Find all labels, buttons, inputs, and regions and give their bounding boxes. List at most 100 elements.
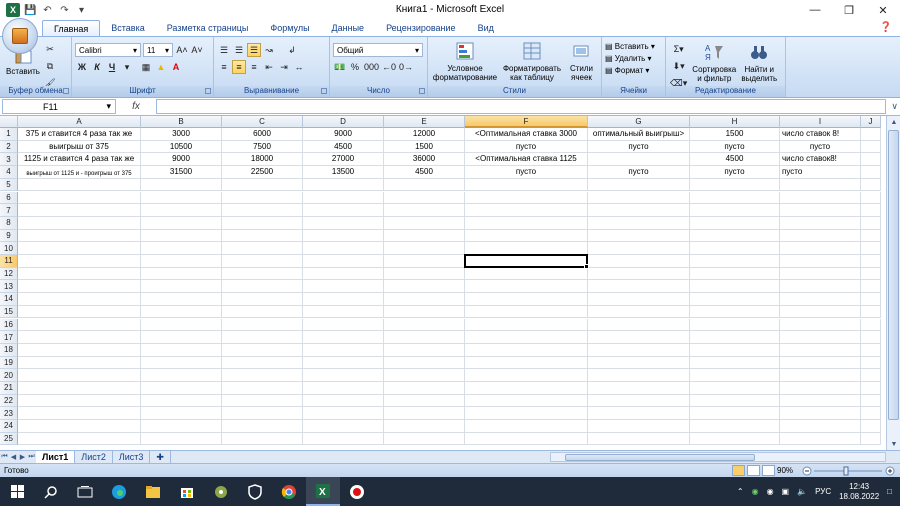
cell-b23[interactable] xyxy=(141,407,222,421)
decrease-decimal-icon[interactable]: 0→ xyxy=(398,60,414,74)
volume-icon[interactable]: 🔈 xyxy=(797,487,807,496)
cell-j6[interactable] xyxy=(861,191,881,205)
search-icon[interactable] xyxy=(34,477,68,506)
cell-f7[interactable] xyxy=(465,204,588,217)
cell-j7[interactable] xyxy=(861,204,881,217)
cell-f19[interactable] xyxy=(465,356,588,370)
cell-b13[interactable] xyxy=(141,280,222,294)
cell-a7[interactable] xyxy=(18,204,141,217)
cell-h16[interactable] xyxy=(690,318,780,332)
cell-f1[interactable]: <Оптимальная ставка 3000 xyxy=(465,128,588,141)
cell-f3[interactable]: <Оптимальная ставка 1125 xyxy=(465,153,588,167)
cell-d6[interactable] xyxy=(303,191,384,205)
cell-e1[interactable]: 12000 xyxy=(384,128,465,141)
cell-j15[interactable] xyxy=(861,305,881,319)
cell-g24[interactable] xyxy=(588,420,690,433)
undo-icon[interactable]: ↶ xyxy=(41,4,54,17)
increase-indent-icon[interactable]: ⇥ xyxy=(277,60,291,74)
cell-d17[interactable] xyxy=(303,331,384,344)
sheet-tab-2[interactable]: Лист2 xyxy=(75,451,113,463)
cell-a9[interactable] xyxy=(18,229,141,243)
cell-g11[interactable] xyxy=(588,255,690,268)
cell-j16[interactable] xyxy=(861,318,881,332)
cell-a21[interactable] xyxy=(18,382,141,395)
cell-i21[interactable] xyxy=(780,382,861,395)
cell-i19[interactable] xyxy=(780,356,861,370)
cell-e19[interactable] xyxy=(384,356,465,370)
cell-i17[interactable] xyxy=(780,331,861,344)
excel-taskbar-icon[interactable]: X xyxy=(306,477,340,506)
cell-d14[interactable] xyxy=(303,293,384,306)
cell-a24[interactable] xyxy=(18,420,141,433)
last-sheet-icon[interactable]: ⏭ xyxy=(27,453,36,461)
cell-h24[interactable] xyxy=(690,420,780,433)
tab-insert[interactable]: Вставка xyxy=(100,20,155,36)
align-top-icon[interactable]: ☰ xyxy=(217,43,231,57)
cell-g18[interactable] xyxy=(588,343,690,357)
vertical-scrollbar[interactable]: ▲ ▼ xyxy=(886,116,900,450)
cell-i8[interactable] xyxy=(780,216,861,230)
row-header-25[interactable]: 25 xyxy=(0,432,18,446)
cell-d1[interactable]: 9000 xyxy=(303,128,384,141)
cell-c22[interactable] xyxy=(222,394,303,408)
row-header-14[interactable]: 14 xyxy=(0,293,18,306)
cell-g14[interactable] xyxy=(588,293,690,306)
cell-g2[interactable]: пусто xyxy=(588,140,690,154)
cell-a10[interactable] xyxy=(18,242,141,255)
network-icon[interactable]: ▣ xyxy=(782,487,790,496)
row-header-15[interactable]: 15 xyxy=(0,305,18,319)
cell-g7[interactable] xyxy=(588,204,690,217)
cell-a19[interactable] xyxy=(18,356,141,370)
cell-f25[interactable] xyxy=(465,432,588,446)
cell-i2[interactable]: пусто xyxy=(780,140,861,154)
cut-icon[interactable]: ✂ xyxy=(43,42,57,56)
cell-f6[interactable] xyxy=(465,191,588,205)
row-header-21[interactable]: 21 xyxy=(0,382,18,395)
column-header-f[interactable]: F xyxy=(465,116,588,128)
cell-a16[interactable] xyxy=(18,318,141,332)
cell-i20[interactable] xyxy=(780,369,861,382)
worksheet-grid[interactable]: A B C D E F G H I J 1 375 и ставится 4 раза так же 3… xyxy=(0,116,886,450)
cell-c5[interactable] xyxy=(222,178,303,192)
row-header-7[interactable]: 7 xyxy=(0,204,18,217)
cell-j9[interactable] xyxy=(861,229,881,243)
tray-app2-icon[interactable]: ◉ xyxy=(767,487,774,496)
cell-j21[interactable] xyxy=(861,382,881,395)
column-header-b[interactable]: B xyxy=(141,116,222,128)
cell-b19[interactable] xyxy=(141,356,222,370)
autosum-icon[interactable]: Σ▾ xyxy=(669,42,688,56)
language-indicator[interactable]: РУС xyxy=(815,487,831,496)
orientation-icon[interactable]: ↝ xyxy=(262,43,276,57)
zoom-slider[interactable] xyxy=(802,466,896,476)
row-header-13[interactable]: 13 xyxy=(0,280,18,294)
cell-e24[interactable] xyxy=(384,420,465,433)
cell-f13[interactable] xyxy=(465,280,588,294)
cell-g23[interactable] xyxy=(588,407,690,421)
start-icon[interactable] xyxy=(0,477,34,506)
row-header-12[interactable]: 12 xyxy=(0,267,18,281)
fill-color-icon[interactable]: ▲ xyxy=(154,60,168,74)
cell-i7[interactable] xyxy=(780,204,861,217)
cell-e9[interactable] xyxy=(384,229,465,243)
cell-i13[interactable] xyxy=(780,280,861,294)
cell-b12[interactable] xyxy=(141,267,222,281)
page-break-view-icon[interactable] xyxy=(762,465,775,476)
cell-a2[interactable]: выигрыш от 375 xyxy=(18,140,141,154)
cell-i6[interactable] xyxy=(780,191,861,205)
zoom-level[interactable]: 90% xyxy=(777,466,793,475)
cell-b2[interactable]: 10500 xyxy=(141,140,222,154)
cell-d21[interactable] xyxy=(303,382,384,395)
cell-b16[interactable] xyxy=(141,318,222,332)
cell-h22[interactable] xyxy=(690,394,780,408)
cell-d2[interactable]: 4500 xyxy=(303,140,384,154)
number-format-select[interactable]: Общий ▾ xyxy=(333,43,423,57)
cell-b21[interactable] xyxy=(141,382,222,395)
cell-j1[interactable] xyxy=(861,128,881,141)
cell-b3[interactable]: 9000 xyxy=(141,153,222,167)
cell-c8[interactable] xyxy=(222,216,303,230)
cell-i15[interactable] xyxy=(780,305,861,319)
font-name-select[interactable]: Calibri ▾ xyxy=(75,43,141,57)
cell-j17[interactable] xyxy=(861,331,881,344)
task-view-icon[interactable] xyxy=(68,477,102,506)
row-header-2[interactable]: 2 xyxy=(0,140,18,154)
